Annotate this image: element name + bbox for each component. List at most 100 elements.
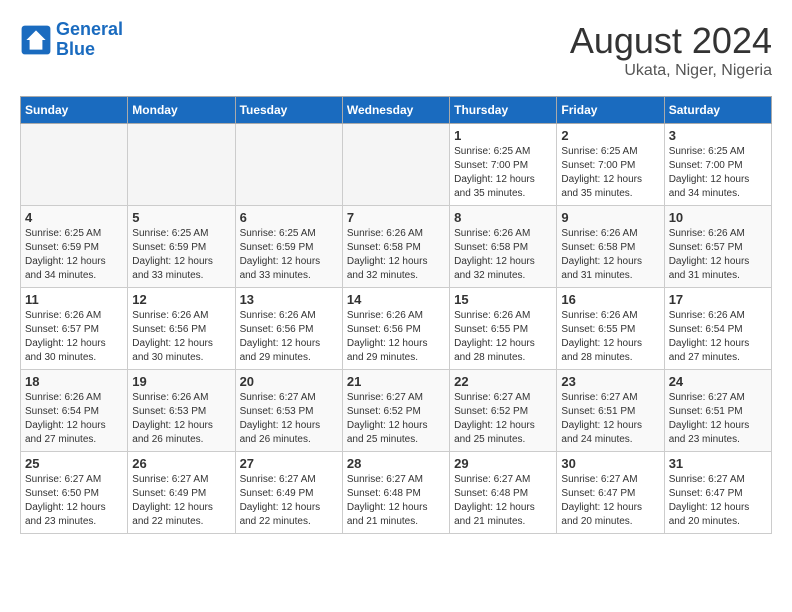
- day-number: 29: [454, 456, 552, 471]
- day-number: 28: [347, 456, 445, 471]
- day-info: Sunrise: 6:27 AM Sunset: 6:47 PM Dayligh…: [669, 473, 767, 529]
- table-row: 6 Sunrise: 6:25 AM Sunset: 6:59 PM Daylig…: [235, 206, 342, 288]
- day-number: 2: [561, 128, 659, 143]
- day-number: 12: [132, 292, 230, 307]
- day-number: 5: [132, 210, 230, 225]
- day-info: Sunrise: 6:27 AM Sunset: 6:48 PM Dayligh…: [347, 473, 445, 529]
- page-header: General Blue August 2024 Ukata, Niger, N…: [20, 20, 772, 80]
- table-row: 9 Sunrise: 6:26 AM Sunset: 6:58 PM Daylig…: [557, 206, 664, 288]
- calendar-week-row: 4 Sunrise: 6:25 AM Sunset: 6:59 PM Daylig…: [21, 206, 772, 288]
- day-number: 20: [240, 374, 338, 389]
- day-info: Sunrise: 6:25 AM Sunset: 7:00 PM Dayligh…: [561, 145, 659, 201]
- calendar-week-row: 11Sunrise: 6:26 AM Sunset: 6:57 PM Dayli…: [21, 288, 772, 370]
- col-monday: Monday: [128, 97, 235, 124]
- day-info: Sunrise: 6:26 AM Sunset: 6:58 PM Dayligh…: [561, 227, 659, 283]
- day-number: 9: [561, 210, 659, 225]
- table-row: 3 Sunrise: 6:25 AM Sunset: 7:00 PM Daylig…: [664, 124, 771, 206]
- title-block: August 2024 Ukata, Niger, Nigeria: [570, 20, 772, 80]
- table-row: 17 Sunrise: 6:26 AM Sunset: 6:54 PM Dayli…: [664, 288, 771, 370]
- logo: General Blue: [20, 20, 123, 60]
- day-info: Sunrise: 6:27 AM Sunset: 6:51 PM Dayligh…: [561, 391, 659, 447]
- day-number: 25: [25, 456, 123, 471]
- day-info: Sunrise: 6:26 AM Sunset: 6:56 PM Dayligh…: [240, 309, 338, 365]
- calendar-week-row: 25 Sunrise: 6:27 AM Sunset: 6:50 PM Dayli…: [21, 452, 772, 534]
- table-row: 8 Sunrise: 6:26 AM Sunset: 6:58 PM Daylig…: [450, 206, 557, 288]
- logo-text: General Blue: [56, 20, 123, 60]
- day-number: 4: [25, 210, 123, 225]
- day-number: 24: [669, 374, 767, 389]
- table-row: 5 Sunrise: 6:25 AM Sunset: 6:59 PM Daylig…: [128, 206, 235, 288]
- calendar-week-row: 1 Sunrise: 6:25 AM Sunset: 7:00 PM Daylig…: [21, 124, 772, 206]
- day-info: Sunrise: 6:27 AM Sunset: 6:47 PM Dayligh…: [561, 473, 659, 529]
- table-row: 19Sunrise: 6:26 AM Sunset: 6:53 PM Dayli…: [128, 370, 235, 452]
- table-row: 16 Sunrise: 6:26 AM Sunset: 6:55 PM Dayli…: [557, 288, 664, 370]
- day-number: 18: [25, 374, 123, 389]
- col-tuesday: Tuesday: [235, 97, 342, 124]
- day-number: 17: [669, 292, 767, 307]
- table-row: 15 Sunrise: 6:26 AM Sunset: 6:55 PM Dayli…: [450, 288, 557, 370]
- day-number: 27: [240, 456, 338, 471]
- day-info: Sunrise: 6:27 AM Sunset: 6:52 PM Dayligh…: [454, 391, 552, 447]
- day-number: 15: [454, 292, 552, 307]
- day-number: 16: [561, 292, 659, 307]
- col-sunday: Sunday: [21, 97, 128, 124]
- day-info: Sunrise: 6:25 AM Sunset: 6:59 PM Dayligh…: [240, 227, 338, 283]
- day-number: 11: [25, 292, 123, 307]
- day-number: 14: [347, 292, 445, 307]
- day-info: Sunrise: 6:26 AM Sunset: 6:55 PM Dayligh…: [454, 309, 552, 365]
- day-number: 21: [347, 374, 445, 389]
- day-number: 7: [347, 210, 445, 225]
- day-number: 6: [240, 210, 338, 225]
- table-row: 25 Sunrise: 6:27 AM Sunset: 6:50 PM Dayli…: [21, 452, 128, 534]
- col-saturday: Saturday: [664, 97, 771, 124]
- day-number: 13: [240, 292, 338, 307]
- col-thursday: Thursday: [450, 97, 557, 124]
- logo-icon: [20, 24, 52, 56]
- table-row: 2 Sunrise: 6:25 AM Sunset: 7:00 PM Daylig…: [557, 124, 664, 206]
- table-row: [128, 124, 235, 206]
- table-row: 18 Sunrise: 6:26 AM Sunset: 6:54 PM Dayli…: [21, 370, 128, 452]
- logo-line1: General: [56, 19, 123, 39]
- day-info: Sunrise: 6:26 AM Sunset: 6:53 PM Dayligh…: [132, 391, 230, 447]
- day-info: Sunrise: 6:27 AM Sunset: 6:49 PM Dayligh…: [240, 473, 338, 529]
- table-row: [21, 124, 128, 206]
- location-subtitle: Ukata, Niger, Nigeria: [570, 62, 772, 80]
- table-row: 4 Sunrise: 6:25 AM Sunset: 6:59 PM Daylig…: [21, 206, 128, 288]
- table-row: 14Sunrise: 6:26 AM Sunset: 6:56 PM Dayli…: [342, 288, 449, 370]
- table-row: 11Sunrise: 6:26 AM Sunset: 6:57 PM Dayli…: [21, 288, 128, 370]
- logo-line2: Blue: [56, 40, 123, 60]
- day-info: Sunrise: 6:27 AM Sunset: 6:50 PM Dayligh…: [25, 473, 123, 529]
- table-row: 21Sunrise: 6:27 AM Sunset: 6:52 PM Dayli…: [342, 370, 449, 452]
- day-info: Sunrise: 6:26 AM Sunset: 6:55 PM Dayligh…: [561, 309, 659, 365]
- day-info: Sunrise: 6:25 AM Sunset: 6:59 PM Dayligh…: [132, 227, 230, 283]
- table-row: 28 Sunrise: 6:27 AM Sunset: 6:48 PM Dayli…: [342, 452, 449, 534]
- day-number: 3: [669, 128, 767, 143]
- day-number: 8: [454, 210, 552, 225]
- day-info: Sunrise: 6:26 AM Sunset: 6:54 PM Dayligh…: [25, 391, 123, 447]
- day-number: 22: [454, 374, 552, 389]
- day-number: 30: [561, 456, 659, 471]
- day-info: Sunrise: 6:26 AM Sunset: 6:57 PM Dayligh…: [669, 227, 767, 283]
- day-info: Sunrise: 6:26 AM Sunset: 6:58 PM Dayligh…: [347, 227, 445, 283]
- day-number: 10: [669, 210, 767, 225]
- table-row: 13 Sunrise: 6:26 AM Sunset: 6:56 PM Dayli…: [235, 288, 342, 370]
- day-info: Sunrise: 6:27 AM Sunset: 6:49 PM Dayligh…: [132, 473, 230, 529]
- table-row: 20Sunrise: 6:27 AM Sunset: 6:53 PM Dayli…: [235, 370, 342, 452]
- table-row: 22 Sunrise: 6:27 AM Sunset: 6:52 PM Dayli…: [450, 370, 557, 452]
- table-row: 1 Sunrise: 6:25 AM Sunset: 7:00 PM Daylig…: [450, 124, 557, 206]
- table-row: [342, 124, 449, 206]
- day-number: 26: [132, 456, 230, 471]
- day-number: 23: [561, 374, 659, 389]
- day-info: Sunrise: 6:26 AM Sunset: 6:54 PM Dayligh…: [669, 309, 767, 365]
- calendar-table: Sunday Monday Tuesday Wednesday Thursday…: [20, 96, 772, 534]
- day-number: 1: [454, 128, 552, 143]
- col-friday: Friday: [557, 97, 664, 124]
- day-info: Sunrise: 6:25 AM Sunset: 6:59 PM Dayligh…: [25, 227, 123, 283]
- day-info: Sunrise: 6:25 AM Sunset: 7:00 PM Dayligh…: [454, 145, 552, 201]
- day-info: Sunrise: 6:27 AM Sunset: 6:51 PM Dayligh…: [669, 391, 767, 447]
- table-row: 30 Sunrise: 6:27 AM Sunset: 6:47 PM Dayli…: [557, 452, 664, 534]
- day-info: Sunrise: 6:26 AM Sunset: 6:58 PM Dayligh…: [454, 227, 552, 283]
- day-info: Sunrise: 6:25 AM Sunset: 7:00 PM Dayligh…: [669, 145, 767, 201]
- table-row: 24 Sunrise: 6:27 AM Sunset: 6:51 PM Dayli…: [664, 370, 771, 452]
- table-row: 12Sunrise: 6:26 AM Sunset: 6:56 PM Dayli…: [128, 288, 235, 370]
